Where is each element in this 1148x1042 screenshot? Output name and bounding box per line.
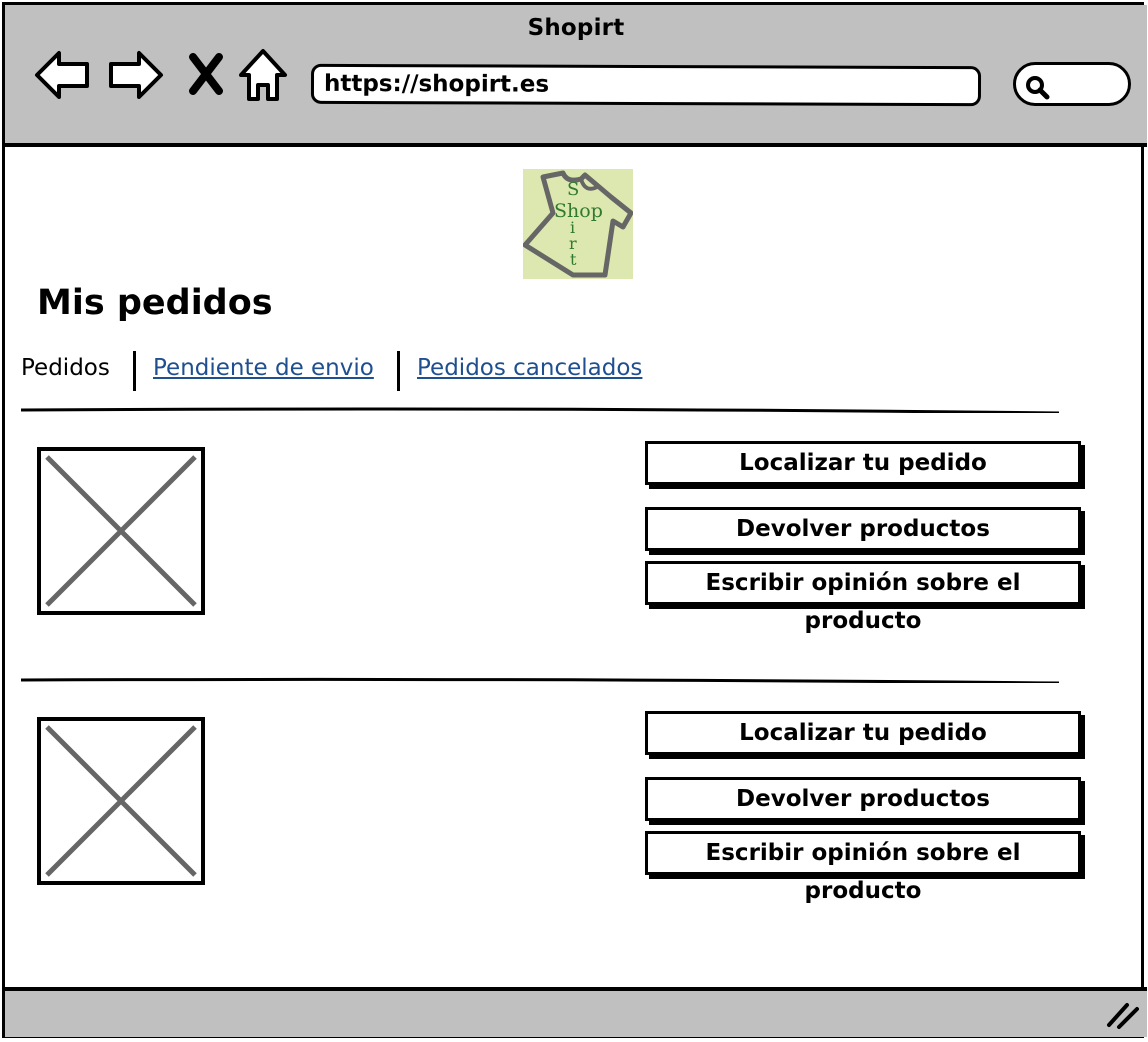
status-bar [5, 987, 1147, 1037]
window-title: Shopirt [527, 15, 625, 41]
back-arrow-icon[interactable] [33, 45, 91, 105]
placeholder-image-icon [45, 725, 197, 877]
svg-text:Shop: Shop [554, 200, 603, 222]
tab-pendiente-de-envio[interactable]: Pendiente de envio [153, 355, 374, 381]
shopirt-logo[interactable]: S Shop i r t [522, 169, 634, 279]
browser-chrome: Shopirt https://shopirt.es [5, 5, 1147, 147]
url-input[interactable]: https://shopirt.es [310, 63, 982, 107]
resize-grip-icon[interactable] [1105, 999, 1139, 1029]
order-image [37, 717, 205, 885]
search-icon [1026, 76, 1050, 100]
page-title: Mis pedidos [37, 283, 273, 323]
tab-separator [397, 351, 400, 391]
tab-pedidos[interactable]: Pedidos [21, 355, 110, 381]
svg-text:S: S [567, 179, 579, 200]
track-order-button[interactable]: Localizar tu pedido [645, 441, 1081, 485]
tab-pedidos-cancelados[interactable]: Pedidos cancelados [417, 355, 642, 381]
return-products-button[interactable]: Devolver productos [645, 507, 1081, 551]
write-review-button[interactable]: Escribir opinión sobre el producto [645, 561, 1081, 634]
search-field[interactable] [1013, 62, 1131, 106]
browser-window: Shopirt https://shopirt.es S Shop i r t … [2, 2, 1147, 1038]
write-review-button[interactable]: Escribir opinión sobre el producto [645, 831, 1081, 904]
tab-separator [133, 351, 136, 391]
track-order-button[interactable]: Localizar tu pedido [645, 711, 1081, 755]
divider [21, 677, 1060, 683]
placeholder-image-icon [45, 455, 197, 607]
home-icon[interactable] [237, 45, 289, 105]
forward-arrow-icon[interactable] [107, 45, 165, 105]
svg-text:t: t [570, 250, 577, 269]
divider [21, 407, 1060, 413]
order-image [37, 447, 205, 615]
close-x-icon[interactable] [187, 53, 225, 95]
return-products-button[interactable]: Devolver productos [645, 777, 1081, 821]
